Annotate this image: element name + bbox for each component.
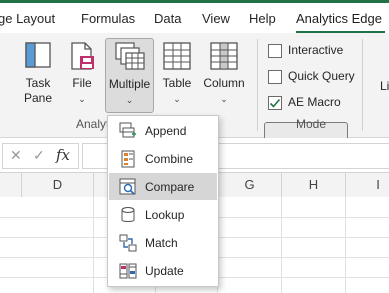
task-pane-icon (25, 42, 51, 68)
multiple-dropdown-arrow: ⌄ (125, 95, 134, 105)
cancel-icon[interactable]: ✕ (10, 147, 22, 164)
ae-macro-checkbox[interactable] (268, 96, 282, 110)
column-label: Column (203, 76, 245, 90)
grid-col-line (93, 197, 94, 293)
update-icon (119, 263, 137, 279)
group-label-mode: Mode (296, 117, 327, 131)
ribbon-group-separator-2 (362, 39, 363, 131)
tab-view[interactable]: View (202, 11, 230, 26)
column-header-i[interactable]: I (346, 173, 389, 197)
file-dropdown-arrow: ⌄ (78, 94, 86, 104)
combine-icon (121, 150, 135, 168)
grid-col-line (281, 197, 282, 293)
match-icon (119, 234, 137, 252)
append-icon (119, 122, 136, 138)
task-pane-button[interactable]: Task Pane (14, 39, 62, 109)
ae-macro-label: AE Macro (288, 95, 341, 109)
ribbon-group-separator (257, 39, 258, 131)
interactive-checkbox[interactable] (268, 44, 282, 58)
multiple-tables-icon (115, 42, 145, 70)
insert-function-icon[interactable]: fx (56, 146, 70, 164)
tab-formulas[interactable]: Formulas (81, 11, 135, 26)
lookup-icon (121, 207, 135, 222)
column-header-d[interactable]: D (22, 173, 94, 197)
task-pane-label-2: Pane (23, 91, 53, 105)
menu-item-label: Append (145, 124, 187, 138)
multiple-dropdown-menu: Append Combine Compare Lookup Match Upda… (107, 115, 219, 287)
menu-item-combine[interactable]: Combine (109, 145, 217, 172)
multiple-button[interactable]: Multiple ⌄ (105, 38, 154, 113)
file-button[interactable]: File ⌄ (64, 39, 100, 109)
group-label-analytics: Analyt (76, 117, 110, 131)
tab-page-layout[interactable]: ge Layout (0, 11, 55, 26)
tab-help[interactable]: Help (249, 11, 276, 26)
column-header-g[interactable]: G (218, 173, 282, 197)
tab-data[interactable]: Data (154, 11, 181, 26)
menu-item-label: Combine (145, 152, 194, 166)
column-dropdown-arrow: ⌄ (220, 94, 228, 104)
multiple-label: Multiple (108, 77, 151, 91)
menu-item-label: Update (145, 264, 184, 278)
overflow-button-label[interactable]: Li (380, 79, 389, 93)
table-label: Table (162, 76, 192, 90)
corner-cell[interactable] (0, 173, 22, 197)
table-icon (163, 42, 191, 70)
file-icon (71, 42, 94, 70)
table-button[interactable]: Table ⌄ (157, 39, 197, 109)
formula-controls: ✕ ✓ fx (2, 143, 79, 169)
quick-query-checkbox[interactable] (268, 70, 282, 84)
menu-item-label: Lookup (145, 208, 185, 222)
grid-col-line (345, 197, 346, 293)
file-label: File (72, 76, 92, 90)
menu-item-match[interactable]: Match (109, 229, 217, 256)
checkmark-icon (269, 98, 281, 108)
table-dropdown-arrow: ⌄ (173, 94, 181, 104)
tab-analytics-edge[interactable]: Analytics Edge (296, 11, 382, 26)
column-header-h[interactable]: H (282, 173, 346, 197)
menu-item-compare[interactable]: Compare (109, 173, 217, 200)
menu-item-lookup[interactable]: Lookup (109, 201, 217, 228)
column-icon (210, 42, 238, 70)
menu-item-append[interactable]: Append (109, 117, 217, 144)
task-pane-label-1: Task (25, 76, 51, 90)
quick-query-label: Quick Query (288, 69, 355, 83)
compare-icon (119, 178, 136, 195)
enter-icon[interactable]: ✓ (33, 147, 45, 164)
ribbon-tabs: ge Layout Formulas Data View Help Analyt… (0, 3, 389, 34)
interactive-label: Interactive (288, 43, 344, 57)
column-button[interactable]: Column ⌄ (201, 39, 247, 109)
menu-item-label: Match (145, 236, 178, 250)
menu-item-label: Compare (145, 180, 195, 194)
menu-item-update[interactable]: Update (109, 257, 217, 284)
